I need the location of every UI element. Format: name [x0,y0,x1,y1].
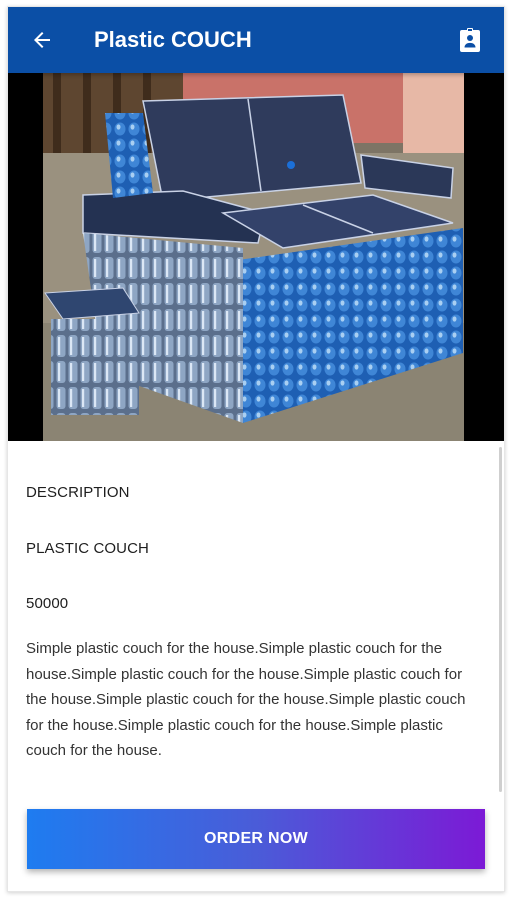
image-indicator-dot [287,161,295,169]
scrollbar[interactable] [499,447,502,792]
back-button[interactable] [28,26,56,54]
product-name: PLASTIC COUCH [26,540,149,557]
product-details: DESCRIPTION PLASTIC COUCH 50000 Simple p… [8,441,504,797]
app-bar: Plastic COUCH [8,7,504,73]
contact-badge-icon [460,28,480,52]
page-title: Plastic COUCH [94,27,252,52]
product-image [43,73,464,441]
arrow-back-icon [34,32,50,48]
description-heading: DESCRIPTION [26,484,130,501]
product-price: 50000 [26,595,69,612]
order-now-button[interactable]: ORDER NOW [27,809,485,869]
contact-button[interactable] [456,26,484,54]
product-image-container [8,73,504,441]
product-description: Simple plastic couch for the house.Simpl… [26,640,466,759]
app-screen: Plastic COUCH DESCRIPTION PLASTIC COUCH … [7,6,505,892]
